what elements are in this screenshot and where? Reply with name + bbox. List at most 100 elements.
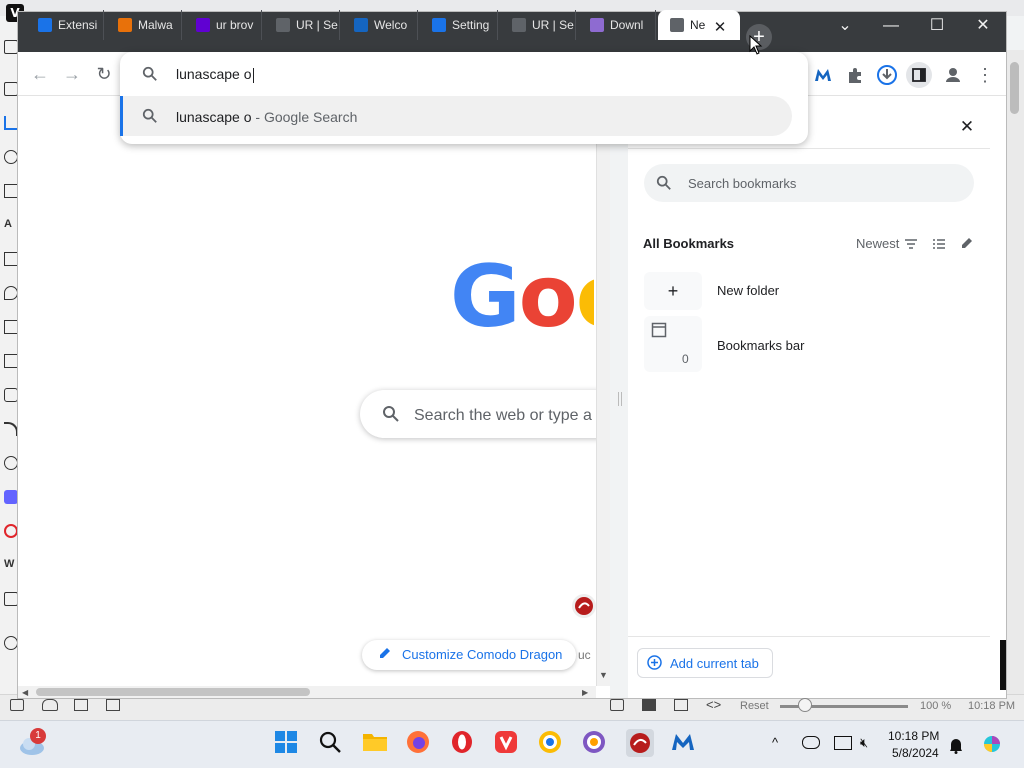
- comodo-dragon-taskbar-icon[interactable]: [626, 729, 654, 757]
- add-circle-icon: [647, 655, 662, 670]
- sidebar-history-icon[interactable]: [4, 150, 18, 164]
- capture-icon[interactable]: [74, 699, 88, 711]
- windows-start-icon[interactable]: [274, 730, 300, 756]
- volume-icon[interactable]: 🔇︎: [860, 735, 868, 751]
- address-bar-input[interactable]: lunascape o: [176, 66, 254, 83]
- status-page-icon[interactable]: [674, 699, 688, 711]
- scroll-down-arrow-icon[interactable]: ▼: [599, 670, 608, 680]
- network-icon[interactable]: [834, 736, 852, 750]
- tab-label: Malwa: [138, 17, 173, 32]
- status-clock: 10:18 PM: [968, 700, 1016, 712]
- status-camera-icon[interactable]: [610, 699, 624, 711]
- new-folder-icon[interactable]: +: [644, 272, 702, 310]
- close-window-button[interactable]: ✕: [960, 12, 1006, 40]
- taskbar-search-icon[interactable]: [318, 730, 344, 756]
- malwarebytes-extension-icon[interactable]: [812, 64, 834, 86]
- list-view-icon[interactable]: [932, 238, 946, 250]
- panel-toggle-icon[interactable]: [10, 699, 24, 711]
- sidebar-notes-icon[interactable]: [4, 184, 18, 198]
- close-panel-icon[interactable]: ✕: [958, 118, 976, 136]
- tab-1[interactable]: Malwa: [106, 10, 182, 40]
- dragon-avatar-icon[interactable]: [572, 594, 596, 618]
- extensions-puzzle-icon[interactable]: [844, 64, 866, 86]
- scroll-left-arrow-icon[interactable]: ◀: [22, 688, 28, 697]
- weather-badge: 1: [30, 728, 46, 744]
- tab-7[interactable]: Downl: [578, 10, 656, 40]
- sidebar-translate-icon[interactable]: A: [4, 218, 18, 232]
- notification-bell-icon[interactable]: [948, 736, 964, 754]
- forward-button[interactable]: →: [62, 64, 82, 84]
- sidebar-reader-icon[interactable]: [4, 82, 18, 96]
- minimize-button[interactable]: —: [868, 12, 914, 40]
- all-bookmarks-heading: All Bookmarks: [643, 236, 735, 251]
- resize-grip-icon[interactable]: [618, 392, 622, 406]
- onedrive-icon[interactable]: [802, 736, 820, 749]
- sidebar-tasks-icon[interactable]: [4, 354, 18, 368]
- tab-4[interactable]: Welco: [342, 10, 418, 40]
- opera-icon[interactable]: [450, 730, 476, 756]
- sidebar-add-panel-icon[interactable]: [4, 592, 18, 606]
- tab-label: ur brov: [216, 17, 254, 32]
- tab-search-button[interactable]: ⌄: [822, 12, 868, 40]
- sort-dropdown[interactable]: Newest: [856, 236, 899, 251]
- taskbar-clock-date[interactable]: 5/8/2024: [892, 746, 939, 760]
- tab-0[interactable]: Extensi: [26, 10, 104, 40]
- tab-2[interactable]: ur brov: [184, 10, 262, 40]
- sync-cloud-icon[interactable]: [42, 699, 58, 711]
- maximize-button[interactable]: ☐: [914, 12, 960, 40]
- copilot-icon[interactable]: [980, 732, 1004, 756]
- zoom-slider-knob[interactable]: [798, 698, 812, 712]
- vivaldi-side-panel-bar: A W: [0, 30, 20, 694]
- sort-filter-icon[interactable]: [904, 238, 918, 250]
- page-vertical-scrollbar[interactable]: [596, 144, 610, 686]
- status-image-icon[interactable]: [642, 699, 656, 711]
- bookmarks-bar-count: 0: [682, 352, 689, 366]
- tab-label: Extensi: [58, 17, 98, 32]
- vivaldi-icon[interactable]: [494, 730, 520, 756]
- tab-label: UR | Se: [296, 17, 338, 32]
- vivaldi-scrollbar-thumb[interactable]: [1010, 62, 1019, 114]
- side-panel-toggle-icon[interactable]: [906, 62, 932, 88]
- sidebar-downloads-icon[interactable]: [4, 116, 18, 130]
- new-folder-label[interactable]: New folder: [717, 283, 779, 298]
- scroll-right-arrow-icon[interactable]: ▶: [582, 688, 588, 697]
- tab-3[interactable]: UR | Se: [264, 10, 340, 40]
- bookmarks-bar-folder-icon[interactable]: [644, 316, 702, 372]
- vivaldi-page-scrollbar[interactable]: [1004, 50, 1024, 694]
- reload-button[interactable]: ↻: [94, 64, 114, 84]
- menu-kebab-icon[interactable]: ⋮: [974, 64, 996, 86]
- chrome-variant-icon[interactable]: [538, 730, 564, 756]
- edit-pencil-icon[interactable]: [960, 236, 974, 250]
- sidebar-mastodon-icon[interactable]: [4, 490, 18, 504]
- close-tab-icon[interactable]: ✕: [712, 20, 728, 36]
- taskbar-clock-time[interactable]: 10:18 PM: [888, 729, 939, 743]
- sidebar-opera-icon[interactable]: [4, 524, 18, 538]
- malwarebytes-taskbar-icon[interactable]: [670, 730, 696, 756]
- status-code-icon[interactable]: <>: [706, 697, 721, 712]
- sidebar-tabs-icon[interactable]: [4, 40, 18, 54]
- tab-6[interactable]: UR | Se: [500, 10, 576, 40]
- sidebar-settings-icon[interactable]: [4, 636, 18, 650]
- firefox-icon[interactable]: [406, 730, 432, 756]
- profile-icon[interactable]: [942, 64, 964, 86]
- suggestion-text[interactable]: lunascape o - Google Search: [176, 109, 357, 125]
- browser-variant-icon[interactable]: [582, 730, 608, 756]
- file-explorer-icon[interactable]: [362, 730, 388, 756]
- bookmarks-bar-label[interactable]: Bookmarks bar: [717, 338, 804, 353]
- customize-label: Customize Comodo Dragon: [402, 647, 563, 662]
- zoom-reset-button[interactable]: Reset: [740, 700, 769, 712]
- sidebar-calendar-icon[interactable]: [4, 252, 18, 266]
- tab-5[interactable]: Setting: [420, 10, 498, 40]
- sidebar-contacts-icon[interactable]: [4, 456, 18, 470]
- sidebar-wikipedia-icon[interactable]: W: [4, 558, 18, 572]
- sidebar-chat-icon[interactable]: [4, 286, 18, 300]
- downloads-icon[interactable]: [876, 64, 898, 86]
- back-button[interactable]: ←: [30, 64, 50, 84]
- tiling-icon[interactable]: [106, 699, 120, 711]
- globe-icon: [276, 17, 290, 32]
- sidebar-checklist-icon[interactable]: [4, 388, 18, 402]
- horizontal-scroll-thumb[interactable]: [36, 688, 310, 696]
- sidebar-mail-icon[interactable]: [4, 320, 18, 334]
- tray-overflow-icon[interactable]: ^: [772, 735, 778, 750]
- sidebar-feed-icon[interactable]: [4, 422, 18, 436]
